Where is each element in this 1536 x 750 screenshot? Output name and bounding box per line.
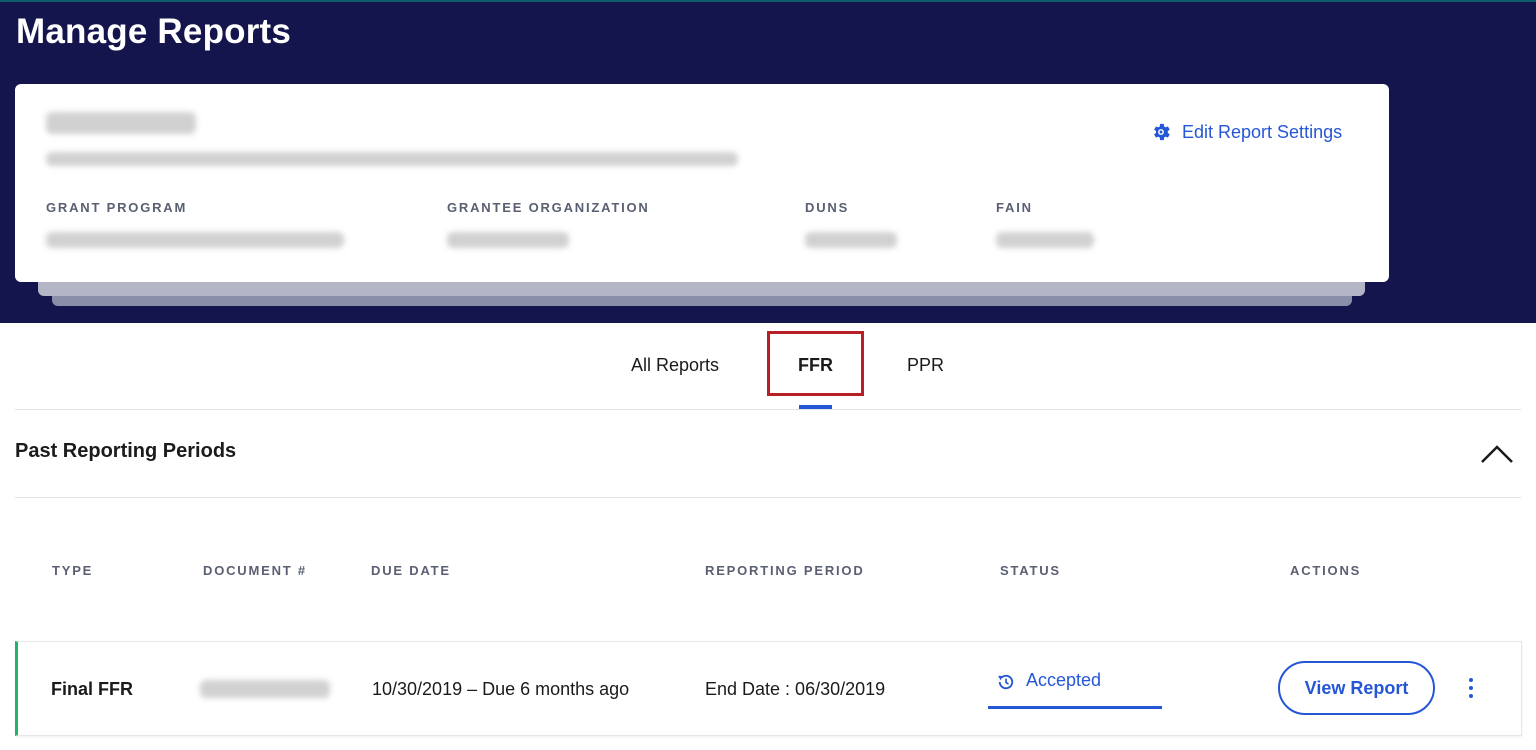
row-type: Final FFR (51, 679, 133, 699)
status-label: Accepted (1026, 670, 1102, 690)
history-icon (998, 674, 1014, 690)
tabs-divider (15, 409, 1521, 410)
column-header-type: TYPE (52, 563, 94, 578)
row-due-date: 10/30/2019 – Due 6 months ago (372, 679, 630, 699)
edit-report-settings-label: Edit Report Settings (1182, 121, 1343, 142)
tab-all-reports[interactable]: All Reports (631, 355, 719, 376)
fain-label: FAIN (996, 200, 1033, 215)
grant-program-label: GRANT PROGRAM (46, 200, 188, 215)
kebab-menu-icon[interactable] (1462, 674, 1480, 702)
section-title: Past Reporting Periods (15, 440, 237, 462)
tab-ppr[interactable]: PPR (907, 355, 944, 376)
page-title: Manage Reports (16, 12, 292, 51)
grant-number-redacted (46, 112, 196, 134)
grant-program-value-redacted (46, 232, 344, 248)
column-header-document: DOCUMENT # (203, 563, 307, 578)
chevron-up-icon (1481, 445, 1513, 463)
kebab-dot (1469, 694, 1473, 698)
edit-report-settings-link[interactable]: Edit Report Settings (1150, 120, 1342, 144)
section-divider (15, 497, 1521, 498)
tab-highlight-box (767, 331, 864, 396)
column-header-reporting-period: REPORTING PERIOD (705, 563, 865, 578)
grantee-organization-label: GRANTEE ORGANIZATION (447, 200, 650, 215)
duns-value-redacted (805, 232, 897, 248)
document-number-redacted (200, 680, 330, 698)
duns-label: DUNS (805, 200, 850, 215)
grantee-organization-value-redacted (447, 232, 569, 248)
column-header-due-date: DUE DATE (371, 563, 451, 578)
row-reporting-period: End Date : 06/30/2019 (705, 679, 886, 699)
collapse-section-button[interactable] (1474, 430, 1520, 476)
gear-icon (1154, 123, 1170, 141)
kebab-dot (1469, 686, 1473, 690)
kebab-dot (1469, 678, 1473, 682)
status-dropdown[interactable]: Accepted (988, 670, 1162, 709)
column-header-actions: ACTIONS (1290, 563, 1362, 578)
grant-title-redacted (46, 152, 738, 166)
grant-info-card (15, 84, 1389, 282)
column-header-status: STATUS (1000, 563, 1061, 578)
view-report-button[interactable]: View Report (1278, 661, 1435, 715)
fain-value-redacted (996, 232, 1094, 248)
